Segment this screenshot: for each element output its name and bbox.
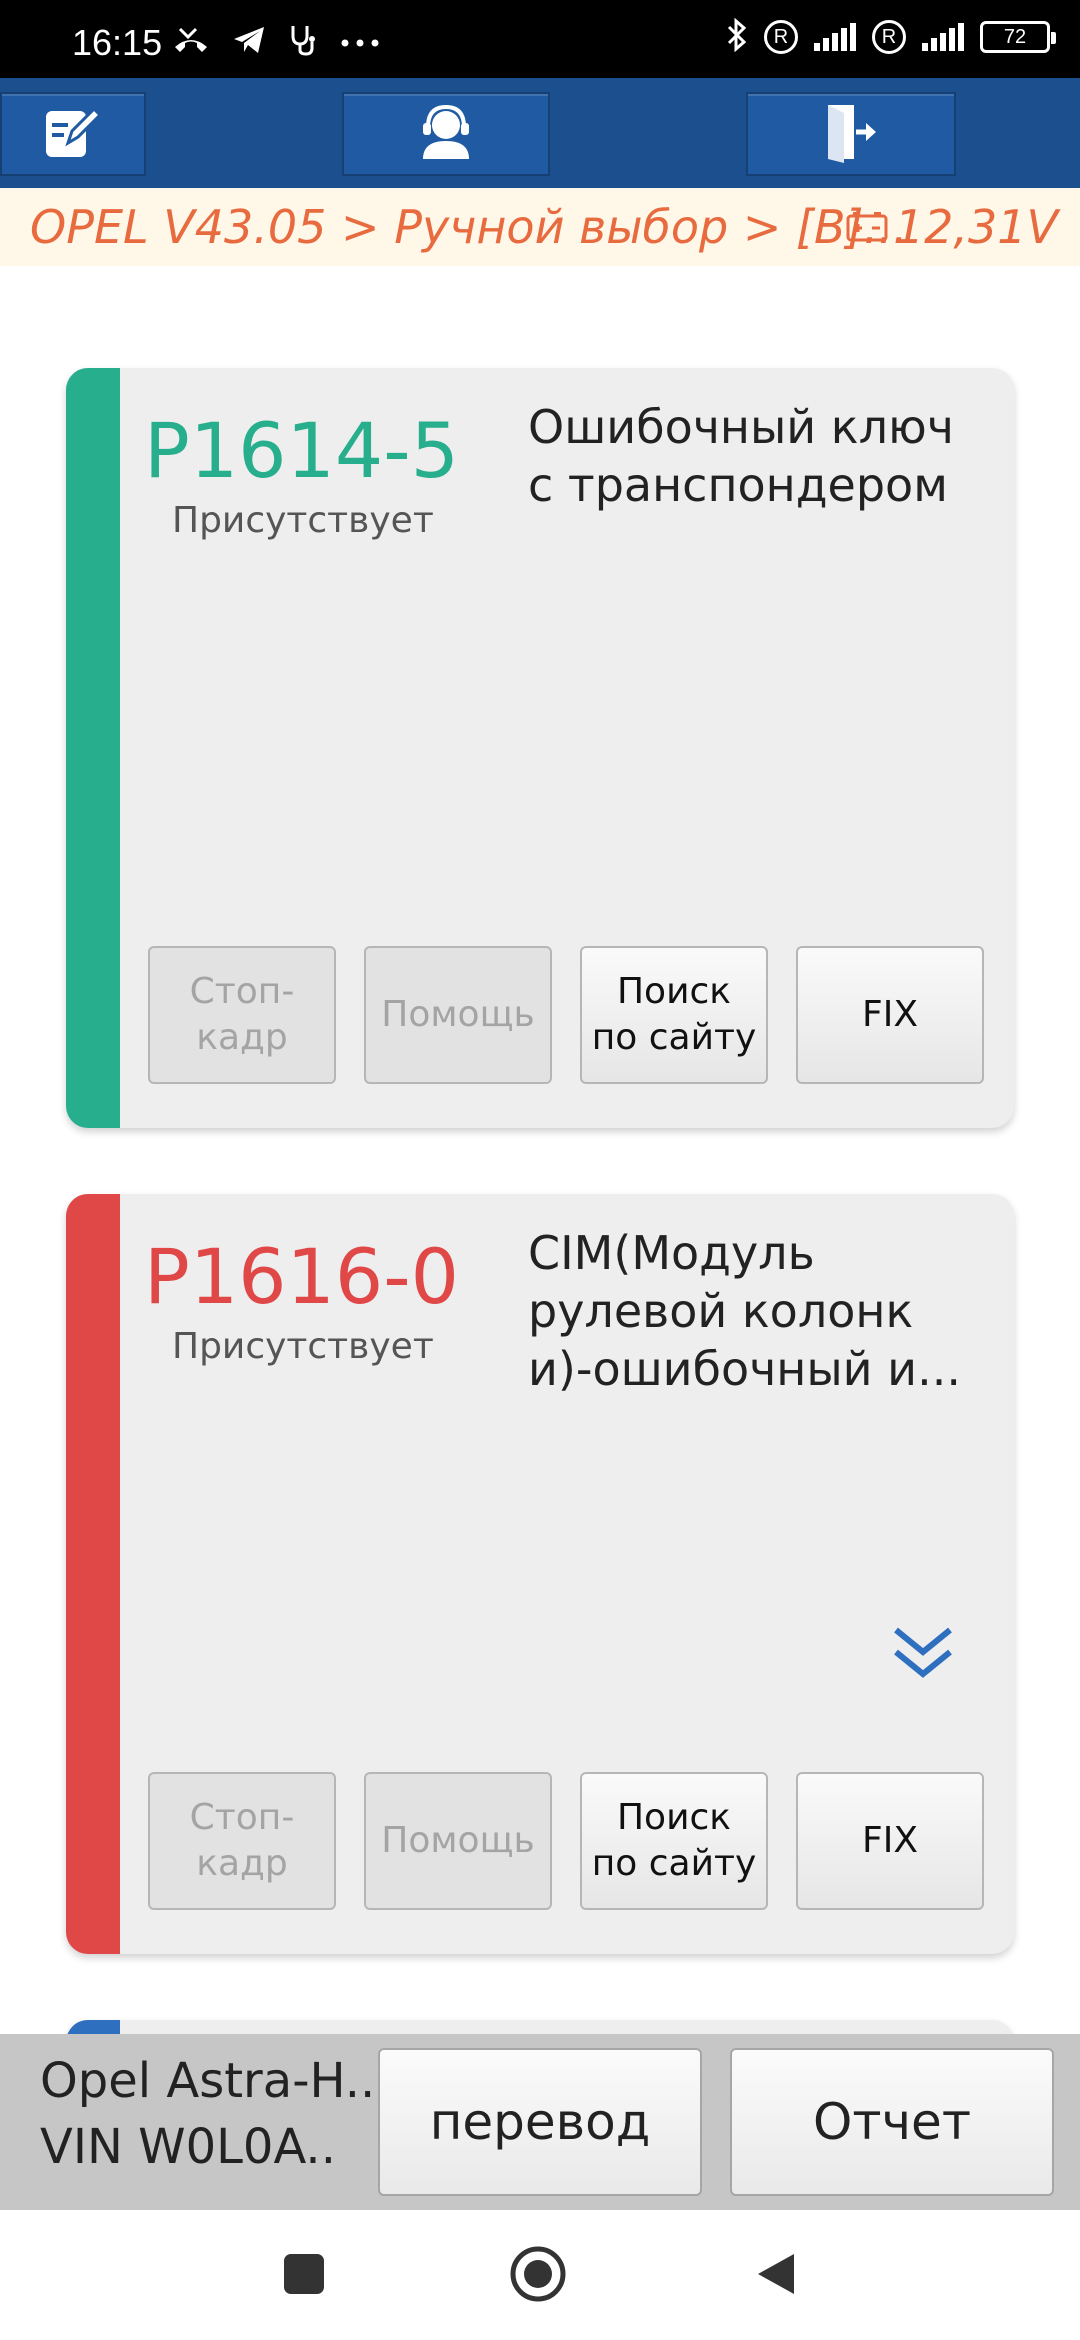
- roaming-icon: R: [872, 20, 906, 54]
- battery-icon: 72: [980, 21, 1056, 53]
- home-circle-icon: [509, 2245, 567, 2307]
- site-search-label: Поиск по сайту: [592, 969, 757, 1061]
- bluetooth-icon: [726, 17, 748, 56]
- help-button[interactable]: Помощь: [364, 1772, 552, 1910]
- help-button[interactable]: Помощь: [364, 946, 552, 1084]
- site-search-button[interactable]: Поиск по сайту: [580, 1772, 768, 1910]
- severity-stripe: [66, 1194, 120, 1954]
- translate-button[interactable]: перевод: [378, 2048, 702, 2196]
- missed-call-icon: [172, 25, 210, 59]
- dtc-code: P1616-00: [144, 1232, 458, 1321]
- exit-door-icon: [820, 101, 882, 167]
- report-button[interactable]: Отчет: [730, 2048, 1054, 2196]
- app-toolbar: [0, 78, 1080, 188]
- site-search-label-line2: по сайту: [591, 1843, 757, 1884]
- freeze-frame-label: Стоп-кадр: [189, 971, 295, 1058]
- help-label: Помощь: [381, 994, 535, 1035]
- severity-stripe: [66, 368, 120, 1128]
- dtc-code: P1614-50: [144, 406, 458, 495]
- home-button[interactable]: [508, 2246, 568, 2306]
- signal-icon: [922, 23, 964, 51]
- vehicle-model: Opel Astra-H..: [40, 2053, 376, 2109]
- vehicle-info: Opel Astra-H.. VIN W0L0A..: [40, 2048, 375, 2180]
- bottom-bar: Opel Astra-H.. VIN W0L0A.. перевод Отчет: [0, 2034, 1080, 2210]
- dtc-description: Ошибочный ключ с транспондером: [528, 400, 954, 512]
- more-dots-icon: [340, 33, 380, 52]
- site-search-label-line2: по сайту: [591, 1017, 757, 1058]
- freeze-frame-label: Стоп-кадр: [189, 1797, 295, 1884]
- battery-icon: [845, 200, 889, 254]
- voltage-readout: 12,31V: [845, 200, 1058, 254]
- stethoscope-icon: [288, 24, 318, 60]
- site-search-label: Поиск по сайту: [592, 1795, 757, 1887]
- dtc-status: Присутствует: [172, 500, 434, 541]
- site-search-button[interactable]: Поиск по сайту: [580, 946, 768, 1084]
- notification-icons: [172, 24, 380, 60]
- signal-icon: [814, 23, 856, 51]
- support-agent-icon: [415, 101, 477, 167]
- back-button[interactable]: [746, 2246, 806, 2306]
- chevron-double-down-icon[interactable]: [890, 1624, 956, 1688]
- clock: 16:15: [72, 22, 163, 63]
- freeze-frame-button[interactable]: Стоп-кадр: [148, 1772, 336, 1910]
- fix-label: FIX: [862, 1820, 918, 1861]
- site-search-label-line1: Поиск: [616, 971, 732, 1012]
- dtc-card: P1614-50 Присутствует Ошибочный ключ с т…: [66, 368, 1014, 1128]
- help-label: Помощь: [381, 1820, 535, 1861]
- dtc-card: P1616-00 Присутствует CIM(Модуль рулевой…: [66, 1194, 1014, 1954]
- support-button[interactable]: [342, 92, 550, 176]
- recents-button[interactable]: [274, 2246, 334, 2306]
- site-search-label-line1: Поиск: [616, 1797, 732, 1838]
- fix-button[interactable]: FIX: [796, 1772, 984, 1910]
- freeze-frame-button[interactable]: Стоп-кадр: [148, 946, 336, 1084]
- voltage-value: 12,31V: [894, 200, 1058, 254]
- breadcrumb-path: OPEL V43.05 > Ручной выбор > [B]...: [30, 200, 908, 254]
- dtc-status: Присутствует: [172, 1326, 434, 1367]
- system-nav-bar: [0, 2210, 1080, 2340]
- status-bar: 16:15 R R 72: [0, 0, 1080, 78]
- system-icons: R R 72: [726, 17, 1056, 56]
- vehicle-vin: VIN W0L0A..: [40, 2119, 336, 2175]
- back-triangle-icon: [754, 2250, 798, 2302]
- recents-square-icon: [282, 2252, 326, 2300]
- edit-icon: [42, 101, 104, 167]
- fix-button[interactable]: FIX: [796, 946, 984, 1084]
- roaming-icon: R: [764, 20, 798, 54]
- fix-label: FIX: [862, 994, 918, 1035]
- dtc-actions: Стоп-кадр Помощь Поиск по сайту FIX: [148, 1772, 984, 1910]
- screen: 16:15 R R 72 OPEL V43.05 > Ручной выбор …: [0, 0, 1080, 2340]
- exit-button[interactable]: [746, 92, 956, 176]
- telegram-icon: [232, 25, 266, 59]
- dtc-description: CIM(Модуль рулевой колонк и)-ошибочный и…: [528, 1226, 961, 1396]
- breadcrumb: OPEL V43.05 > Ручной выбор > [B]... 12,3…: [0, 188, 1080, 266]
- dtc-actions: Стоп-кадр Помощь Поиск по сайту FIX: [148, 946, 984, 1084]
- edit-button[interactable]: [0, 92, 146, 176]
